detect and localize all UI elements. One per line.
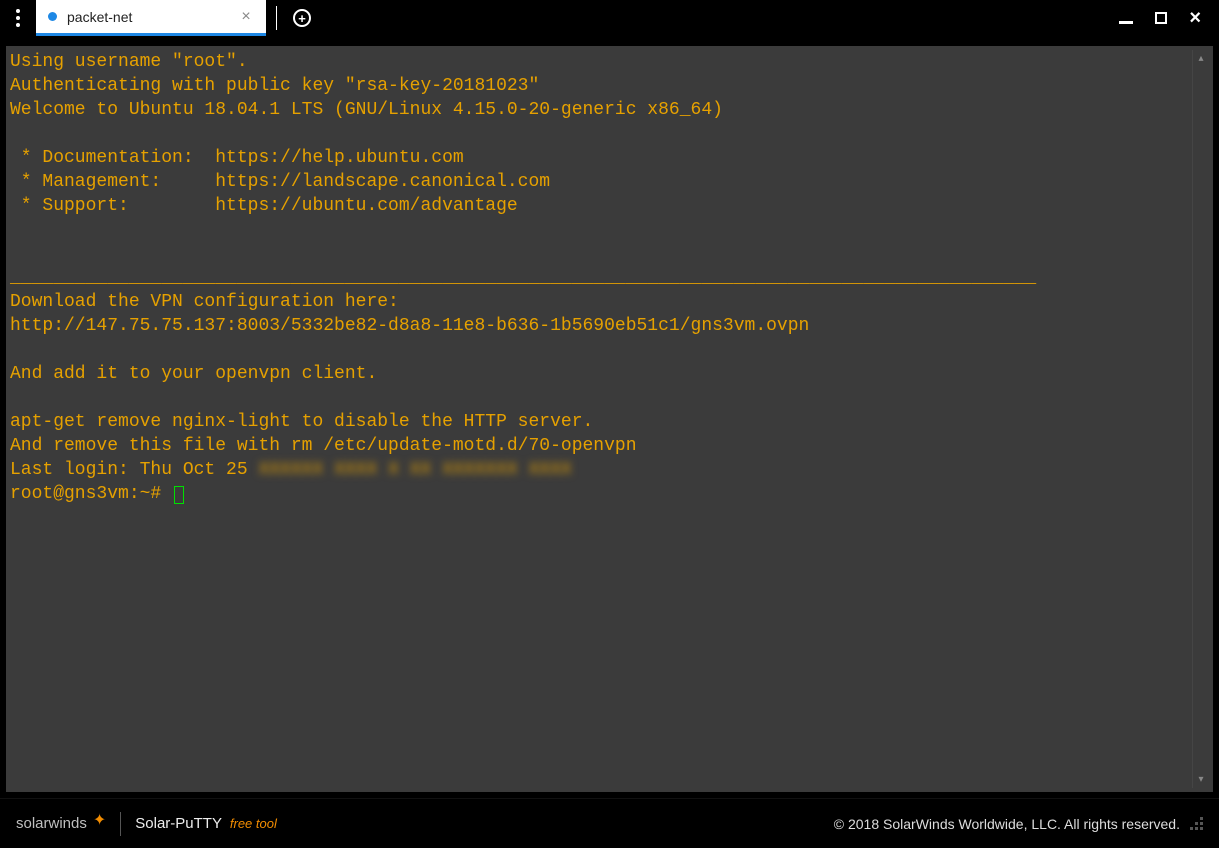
- scroll-up-icon[interactable]: ▴: [1193, 50, 1209, 67]
- window-controls: ×: [1101, 0, 1219, 36]
- connection-status-icon: [48, 12, 57, 21]
- minimize-button[interactable]: [1119, 13, 1133, 24]
- separator: [120, 812, 121, 836]
- flame-icon: ✦: [93, 810, 106, 830]
- resize-grip-icon[interactable]: [1190, 817, 1203, 830]
- maximize-icon: [1155, 12, 1167, 24]
- more-vert-icon: [16, 9, 20, 27]
- app-name: Solar-PuTTY free tool: [135, 815, 277, 832]
- app-title: Solar-PuTTY: [135, 815, 221, 832]
- menu-button[interactable]: [0, 0, 36, 36]
- footer: solarwinds ✦ Solar-PuTTY free tool © 201…: [0, 798, 1219, 848]
- copyright-text: © 2018 SolarWinds Worldwide, LLC. All ri…: [834, 816, 1180, 832]
- close-icon: ×: [1189, 7, 1201, 30]
- solarwinds-logo: solarwinds ✦: [16, 814, 106, 834]
- terminal-output[interactable]: Using username "root". Authenticating wi…: [10, 50, 1192, 788]
- new-tab-button[interactable]: +: [287, 0, 317, 36]
- plus-icon: +: [293, 9, 311, 27]
- scrollbar[interactable]: ▴ ▾: [1192, 50, 1209, 788]
- brand-name: solarwinds: [16, 815, 87, 832]
- tab-close-button[interactable]: ×: [238, 8, 254, 26]
- maximize-button[interactable]: [1155, 12, 1167, 24]
- terminal[interactable]: Using username "root". Authenticating wi…: [6, 46, 1213, 792]
- scroll-down-icon[interactable]: ▾: [1193, 771, 1209, 788]
- terminal-container: Using username "root". Authenticating wi…: [0, 36, 1219, 798]
- tab-title: packet-net: [67, 9, 228, 25]
- app-tagline: free tool: [230, 816, 277, 831]
- close-button[interactable]: ×: [1189, 7, 1201, 30]
- titlebar: packet-net × + ×: [0, 0, 1219, 36]
- scroll-track[interactable]: [1193, 67, 1209, 771]
- tab-packet-net[interactable]: packet-net ×: [36, 0, 266, 36]
- separator: [276, 6, 277, 30]
- minimize-icon: [1119, 21, 1133, 24]
